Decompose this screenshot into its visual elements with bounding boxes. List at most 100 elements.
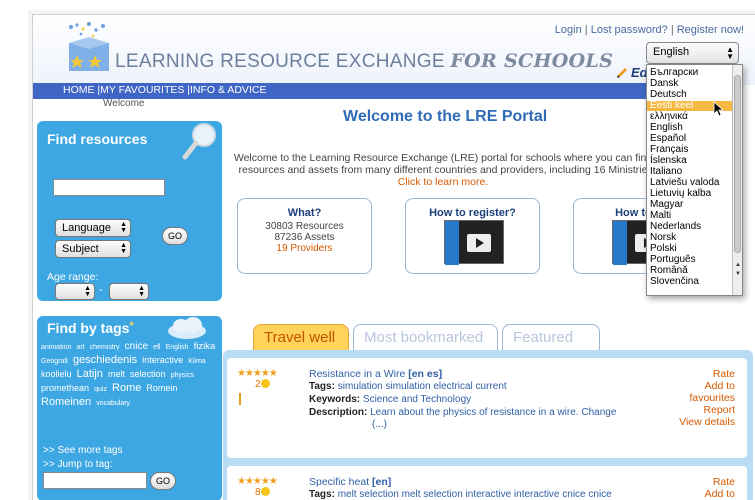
tag-link[interactable]: koolielu [41,369,72,379]
language-option[interactable]: Français [647,145,742,155]
nav-info-advice[interactable]: |INFO & ADVICE [187,84,266,96]
tag-link[interactable]: Klima [188,358,206,365]
tag-link[interactable]: geschiedenis [73,354,137,366]
add-to-favourites-link[interactable]: Add to [705,488,735,500]
select-arrows-icon: ▲ ▼ [84,285,91,298]
assets-count: 87236 Assets [274,232,335,243]
tag-link[interactable]: melt [108,369,125,379]
language-option[interactable]: Magyar [647,200,742,210]
tag-link[interactable]: Romeinen [41,396,91,408]
select-arrows-icon: ▲ ▼ [120,221,127,234]
search-go-button[interactable]: GO [162,227,188,245]
dropdown-scroll-thumb[interactable] [734,75,741,253]
travel-well-marker [239,393,241,405]
rate-link[interactable]: Rate [679,368,735,380]
tag-link[interactable]: art [76,344,84,351]
description-more-link[interactable]: (...) [372,419,712,431]
language-option[interactable]: Eesti keel [647,101,742,111]
language-option[interactable]: Norsk [647,233,742,243]
language-option[interactable]: Български [647,68,742,78]
language-option[interactable]: Lietuvių kalba [647,189,742,199]
results-panel: ★★★★★ 2 Resistance in a Wire [en es] Tag… [223,350,753,500]
how-to-register-card[interactable]: How to register? [405,198,540,274]
tag-link[interactable]: promethean [41,383,89,393]
register-link[interactable]: Register now! [677,24,744,36]
jump-to-tag-go-button[interactable]: GO [150,472,176,490]
page-viewport: LEARNING RESOURCE EXCHANGE FOR SCHOOLS L… [32,14,755,500]
result-languages: [en] [372,476,392,488]
language-option[interactable]: English [647,123,742,133]
nav-home[interactable]: HOME [63,84,97,96]
register-video-thumbnail[interactable] [444,220,504,265]
tag-link[interactable]: interactive [142,355,183,365]
tag-link[interactable]: vocabulary [96,400,130,407]
language-option[interactable]: Polski [647,244,742,254]
tag-link[interactable]: cnice [125,341,148,352]
language-option[interactable]: Italiano [647,167,742,177]
language-select[interactable]: English ▲ ▼ [646,42,739,64]
tag-link[interactable]: animation [41,344,71,351]
result-item: ★★★★★ 8 Specific heat [en] Tags: melt se… [227,466,747,500]
language-dropdown-list[interactable]: Български Dansk Deutsch Eesti keel ελληνικά E… [646,64,743,296]
view-details-link[interactable]: View details [679,416,735,428]
how-to-register-title: How to register? [429,207,516,219]
tag-link[interactable]: Rome [112,382,141,394]
login-link[interactable]: Login [555,24,582,36]
subject-filter-select[interactable]: Subject ▲ ▼ [55,240,131,258]
tag-link[interactable]: Latijn [77,368,103,380]
language-option[interactable]: Íslenska [647,156,742,166]
language-option[interactable]: Malti [647,211,742,221]
tab-travel-well[interactable]: Travel well [253,324,349,350]
search-input[interactable] [53,179,165,196]
language-option[interactable]: Slovenčina [647,277,742,287]
providers-link[interactable]: 19 Providers [238,243,371,254]
tags-value[interactable]: simulation simulation electrical current [338,381,507,392]
result-tags: Tags: melt selection melt selection inte… [309,489,669,500]
add-to-favourites-link[interactable]: Add to favourites [679,380,735,404]
learn-more-link[interactable]: Click to learn more. [233,176,653,188]
language-option[interactable]: Nederlands [647,222,742,232]
tag-link[interactable]: fizika [194,341,216,352]
rate-link[interactable]: Rate [705,476,735,488]
result-tags: Tags: simulation simulation electrical c… [309,381,649,393]
select-arrows-icon: ▲ ▼ [138,285,145,298]
jump-to-tag-label: >> Jump to tag: [43,459,113,470]
jump-to-tag-input[interactable] [43,472,147,489]
tag-link[interactable]: quiz [94,386,107,393]
what-card[interactable]: What? 30803 Resources 87236 Assets 19 Pr… [237,198,372,274]
breadcrumb: Welcome [103,98,145,109]
language-option[interactable]: Español [647,134,742,144]
tag-link[interactable]: selection [130,369,166,379]
dropdown-scrollbar[interactable]: ▲ ▼ [732,65,742,295]
language-option[interactable]: Latviešu valoda [647,178,742,188]
language-option[interactable]: Română [647,266,742,276]
tag-link[interactable]: efl [153,344,160,351]
see-more-tags-link[interactable]: >> See more tags [43,445,123,456]
result-title[interactable]: Resistance in a Wire [en es] [309,368,442,380]
tag-link[interactable]: chemistry [90,344,120,351]
lost-password-link[interactable]: Lost password? [591,24,668,36]
age-max-select[interactable]: ▲ ▼ [109,283,149,300]
language-option[interactable]: Dansk [647,79,742,89]
tag-link[interactable]: Geografi [41,358,68,365]
tag-link[interactable]: English [166,344,189,351]
tag-link[interactable]: physics [171,372,194,379]
tab-featured[interactable]: Featured [502,324,600,350]
result-title[interactable]: Specific heat [en] [309,476,391,488]
language-filter-select[interactable]: Language ▲ ▼ [55,219,131,237]
account-links: Login | Lost password? | Register now! [555,24,744,36]
nav-my-favourites[interactable]: |MY FAVOURITES [97,84,187,96]
language-option[interactable]: Português [647,255,742,265]
report-link[interactable]: Report [679,404,735,416]
language-option[interactable]: ελληνικά [647,112,742,122]
tag-link[interactable]: Romein [146,383,177,393]
tags-value[interactable]: melt selection melt selection interactiv… [338,489,612,500]
site-logo-text[interactable]: LEARNING RESOURCE EXCHANGE FOR SCHOOLS [115,50,613,73]
scroll-down-icon[interactable]: ▼ [735,271,741,277]
find-resources-title: Find resources [47,131,148,147]
age-min-select[interactable]: ▲ ▼ [55,283,95,300]
language-option[interactable]: Deutsch [647,90,742,100]
language-filter-label: Language [62,222,111,234]
scroll-up-icon[interactable]: ▲ [735,262,741,268]
tab-most-bookmarked[interactable]: Most bookmarked [353,324,498,350]
